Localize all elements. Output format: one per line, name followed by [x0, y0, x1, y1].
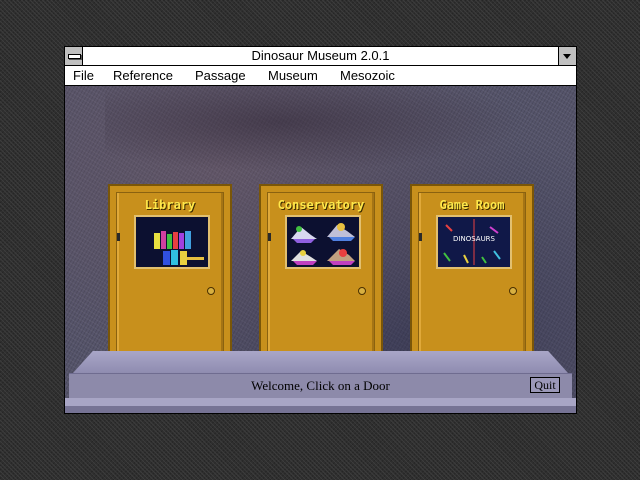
menu-reference[interactable]: Reference: [113, 66, 173, 85]
hinge-icon: [268, 233, 271, 241]
status-message: Welcome, Click on a Door: [251, 378, 390, 393]
door-knob-icon: [509, 287, 517, 295]
door-library-label: Library: [144, 198, 196, 212]
conservatory-dinosaurs-image: [285, 215, 361, 269]
window-control-button[interactable]: [558, 47, 576, 65]
quit-button[interactable]: Quit: [530, 377, 560, 393]
stage-step: [65, 398, 576, 406]
hinge-icon: [419, 233, 422, 241]
game-room-image: DINOSAURS: [436, 215, 512, 269]
menu-file[interactable]: File: [73, 66, 94, 85]
door-knob-icon: [207, 287, 215, 295]
title-bar: Dinosaur Museum 2.0.1: [65, 47, 576, 66]
app-window: Dinosaur Museum 2.0.1 File Reference Pas…: [64, 46, 577, 414]
menu-bar: File Reference Passage Museum Mesozoic: [65, 66, 576, 86]
stage-base: [65, 406, 576, 413]
hinge-icon: [117, 233, 120, 241]
menu-museum[interactable]: Museum: [268, 66, 318, 85]
stage-platform-top: [73, 351, 568, 373]
museum-hallway-scene: Library Conservatory Game Room DINOSAURS…: [65, 86, 576, 413]
door-conservatory-label: Conservatory: [277, 198, 365, 212]
status-bar: Welcome, Click on a Door Quit: [69, 373, 572, 399]
door-knob-icon: [358, 287, 366, 295]
menu-passage[interactable]: Passage: [195, 66, 246, 85]
down-arrow-icon: [563, 54, 571, 59]
library-books-image: [134, 215, 210, 269]
system-menu-button[interactable]: [65, 47, 83, 65]
game-room-window-text: DINOSAURS: [453, 235, 495, 243]
window-title: Dinosaur Museum 2.0.1: [251, 48, 390, 63]
door-game-room-label: Game Room: [439, 198, 505, 212]
wall-dinosaur-shadow: [105, 86, 545, 176]
system-menu-icon: [68, 54, 81, 59]
menu-mesozoic[interactable]: Mesozoic: [340, 66, 395, 85]
